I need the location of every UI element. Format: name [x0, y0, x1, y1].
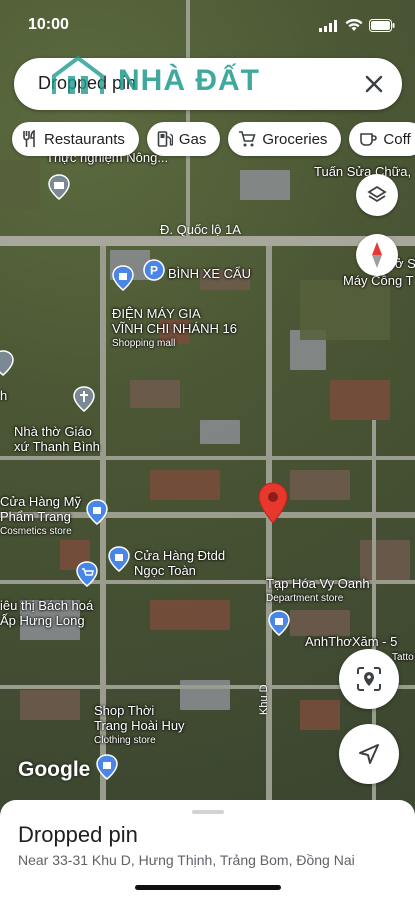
- chip-label: Groceries: [262, 130, 328, 148]
- fork-knife-icon: [23, 130, 35, 147]
- place-label-dien-may[interactable]: ĐIỆN MÁY GIA VĨNH CHI NHÁNH 16 Shopping …: [112, 306, 237, 351]
- shopping-bag-poi-icon[interactable]: [268, 610, 290, 636]
- google-logo: Google: [18, 758, 91, 781]
- place-label[interactable]: AnhThơXăm - 5: [305, 634, 397, 649]
- svg-text:P: P: [150, 264, 158, 278]
- place-category: Department store: [266, 593, 344, 604]
- place-name: Trang Hoài Huy: [94, 718, 185, 733]
- museum-poi-icon[interactable]: [48, 174, 70, 200]
- place-category: Clothing store: [94, 735, 156, 746]
- place-category: Cosmetics store: [0, 526, 72, 537]
- search-input[interactable]: Dropped pin: [38, 73, 136, 94]
- map-building: [240, 170, 290, 200]
- parking-poi-icon[interactable]: P: [143, 259, 165, 281]
- layers-button[interactable]: [356, 174, 398, 216]
- cart-icon: [239, 131, 257, 147]
- place-name: Ấp Hưng Long: [0, 613, 85, 628]
- compass-icon: [372, 242, 382, 268]
- place-name: Phẩm Trang: [0, 509, 71, 524]
- place-label-nha-tho[interactable]: Nhà thờ Giáo xứ Thanh Bình: [14, 424, 100, 454]
- home-indicator[interactable]: [135, 885, 281, 890]
- highway-road: [0, 236, 415, 246]
- place-name: Cửa Hàng Mỹ: [0, 494, 81, 509]
- wifi-icon: [345, 19, 363, 31]
- map-field: [300, 280, 390, 340]
- close-icon[interactable]: [360, 70, 388, 98]
- gas-pump-icon: [157, 131, 173, 147]
- road-label-khu-d: Khu D: [258, 684, 270, 715]
- lens-search-button[interactable]: [339, 649, 399, 709]
- coffee-icon: [360, 133, 378, 146]
- shopping-bag-poi-icon[interactable]: [86, 499, 108, 525]
- my-location-button[interactable]: [339, 724, 399, 784]
- signal-icon: [319, 19, 337, 32]
- shopping-bag-poi-icon[interactable]: [96, 754, 118, 780]
- shopping-bag-poi-icon[interactable]: [108, 546, 130, 572]
- status-icons: [319, 19, 395, 32]
- map-building: [290, 470, 350, 500]
- compass-button[interactable]: [356, 234, 398, 276]
- chip-gas[interactable]: Gas: [146, 122, 221, 156]
- chip-restaurants[interactable]: Restaurants: [12, 122, 139, 156]
- place-label-sieu-thi[interactable]: iêu thị Bách hoá Ấp Hưng Long: [0, 598, 93, 628]
- road: [0, 456, 415, 460]
- chip-coffee[interactable]: Coff: [349, 122, 415, 156]
- place-label-my-pham[interactable]: Cửa Hàng Mỹ Phẩm Trang Cosmetics store: [0, 494, 81, 539]
- status-bar: 10:00: [0, 0, 415, 48]
- place-name: xứ Thanh Bình: [14, 439, 100, 454]
- map-building: [290, 610, 350, 636]
- shopping-bag-poi-icon[interactable]: [112, 265, 134, 291]
- poi-marker-icon[interactable]: [0, 350, 14, 376]
- shopping-cart-poi-icon[interactable]: [76, 561, 98, 587]
- chip-label: Gas: [178, 130, 207, 148]
- navigation-arrow-icon: [359, 744, 379, 764]
- sheet-address: Near 33-31 Khu D, Hưng Thịnh, Trảng Bom,…: [18, 852, 355, 868]
- map-building: [130, 380, 180, 408]
- status-time: 10:00: [28, 16, 69, 33]
- map-building: [150, 470, 220, 500]
- layers-icon: [367, 185, 387, 203]
- place-label[interactable]: BÌNH XE CẨU: [168, 266, 251, 281]
- place-label[interactable]: ở S: [395, 256, 415, 271]
- place-name: Nhà thờ Giáo: [14, 424, 92, 439]
- chip-label: Restaurants: [44, 130, 125, 148]
- place-name: Tạp Hóa Vy Oanh: [266, 576, 370, 591]
- chip-label: Coff: [383, 130, 411, 148]
- place-name: Shop Thời: [94, 703, 155, 718]
- map-building: [150, 600, 230, 630]
- place-label-tap-hoa[interactable]: Tạp Hóa Vy Oanh Department store: [266, 576, 370, 606]
- place-label[interactable]: Tuấn Sửa Chữa,: [314, 164, 411, 179]
- place-name: ĐIỆN MÁY GIA: [112, 306, 201, 321]
- place-label[interactable]: Tatto: [392, 650, 414, 665]
- map-building: [20, 690, 80, 720]
- dropped-pin-icon[interactable]: [258, 482, 288, 524]
- map-building: [300, 700, 340, 730]
- category-chips: Restaurants Gas Groceries Coff: [12, 122, 415, 156]
- map-field: [0, 160, 40, 210]
- sheet-title: Dropped pin: [18, 822, 138, 847]
- place-name: Ngọc Toàn: [134, 563, 196, 578]
- place-name: iêu thị Bách hoá: [0, 598, 94, 613]
- place-name: Cửa Hàng Đtdd: [134, 548, 226, 563]
- map-building: [360, 540, 410, 580]
- map-building: [330, 380, 390, 420]
- map-building: [200, 420, 240, 444]
- place-label-shop[interactable]: Shop Thời Trang Hoài Huy Clothing store: [94, 703, 185, 748]
- place-category: Shopping mall: [112, 338, 176, 349]
- search-bar[interactable]: Dropped pin: [14, 58, 402, 110]
- road-label-quoc-lo: Đ. Quốc lộ 1A: [160, 222, 241, 237]
- chip-groceries[interactable]: Groceries: [228, 122, 342, 156]
- location-scan-icon: [357, 667, 381, 691]
- place-label[interactable]: h: [0, 388, 7, 403]
- place-label-dtdd[interactable]: Cửa Hàng Đtdd Ngọc Toàn: [134, 548, 225, 578]
- place-name: VĨNH CHI NHÁNH 16: [112, 321, 237, 336]
- battery-icon: [369, 19, 395, 32]
- church-poi-icon[interactable]: [73, 386, 95, 412]
- sheet-drag-handle[interactable]: [192, 810, 224, 814]
